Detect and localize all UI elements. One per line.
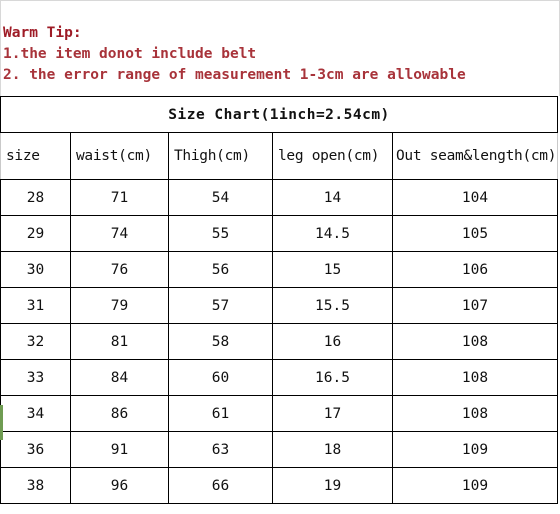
table-row: 30 76 56 15 106: [0, 251, 559, 288]
cell-leg-open: 16.5: [272, 359, 393, 396]
table-row: 28 71 54 14 104: [0, 179, 559, 216]
cell-size: 36: [0, 431, 71, 468]
cell-waist: 81: [70, 323, 169, 360]
cell-thigh: 60: [168, 359, 273, 396]
warm-tip-line-2: 2. the error range of measurement 1-3cm …: [3, 67, 466, 83]
cell-size: 33: [0, 359, 71, 396]
cell-leg-open: 14.5: [272, 215, 393, 252]
cell-leg-open: 18: [272, 431, 393, 468]
cell-thigh: 56: [168, 251, 273, 288]
table-row: 32 81 58 16 108: [0, 323, 559, 360]
cell-size: 29: [0, 215, 71, 252]
cell-waist: 86: [70, 395, 169, 432]
cell-size: 34: [0, 395, 71, 432]
warm-tip-panel: Warm Tip: 1.the item donot include belt …: [0, 0, 560, 96]
cell-thigh: 58: [168, 323, 273, 360]
column-header-leg-open: leg open(cm): [272, 132, 393, 180]
cell-waist: 96: [70, 467, 169, 504]
size-chart-container: Size Chart(1inch=2.54cm) size waist(cm) …: [0, 96, 560, 504]
cell-leg-open: 17: [272, 395, 393, 432]
table-row: 31 79 57 15.5 107: [0, 287, 559, 324]
cell-out-seam: 108: [391, 395, 559, 432]
table-header-row: size waist(cm) Thigh(cm) leg open(cm) Ou…: [0, 132, 559, 180]
cell-size: 28: [0, 179, 71, 216]
size-chart-title: Size Chart(1inch=2.54cm): [0, 96, 559, 133]
size-chart-table: Size Chart(1inch=2.54cm) size waist(cm) …: [0, 96, 559, 504]
table-row: 36 91 63 18 109: [0, 431, 559, 468]
cell-waist: 71: [70, 179, 169, 216]
cell-thigh: 61: [168, 395, 273, 432]
cell-thigh: 66: [168, 467, 273, 504]
table-row-highlighted: 34 86 61 17 108: [0, 395, 559, 432]
selected-row-marker: [0, 405, 3, 440]
cell-out-seam: 105: [391, 215, 559, 252]
cell-leg-open: 14: [272, 179, 393, 216]
cell-thigh: 55: [168, 215, 273, 252]
cell-thigh: 57: [168, 287, 273, 324]
table-row: 38 96 66 19 109: [0, 467, 559, 504]
cell-waist: 91: [70, 431, 169, 468]
cell-waist: 74: [70, 215, 169, 252]
cell-out-seam: 107: [391, 287, 559, 324]
warm-tip-title: Warm Tip:: [3, 25, 82, 41]
cell-out-seam: 108: [391, 323, 559, 360]
cell-out-seam: 108: [391, 359, 559, 396]
cell-waist: 84: [70, 359, 169, 396]
column-header-thigh: Thigh(cm): [168, 132, 273, 180]
cell-waist: 76: [70, 251, 169, 288]
column-header-waist: waist(cm): [70, 132, 169, 180]
warm-tip-line-1: 1.the item donot include belt: [3, 46, 257, 62]
cell-waist: 79: [70, 287, 169, 324]
table-row: 29 74 55 14.5 105: [0, 215, 559, 252]
cell-out-seam: 106: [391, 251, 559, 288]
cell-size: 32: [0, 323, 71, 360]
cell-out-seam: 104: [391, 179, 559, 216]
cell-out-seam: 109: [391, 467, 559, 504]
cell-leg-open: 15.5: [272, 287, 393, 324]
cell-leg-open: 19: [272, 467, 393, 504]
cell-size: 38: [0, 467, 71, 504]
column-header-out-seam-length: Out seam&length(cm): [391, 132, 559, 180]
table-row: 33 84 60 16.5 108: [0, 359, 559, 396]
cell-leg-open: 15: [272, 251, 393, 288]
cell-size: 30: [0, 251, 71, 288]
cell-leg-open: 16: [272, 323, 393, 360]
table-title-row: Size Chart(1inch=2.54cm): [0, 96, 559, 133]
cell-thigh: 63: [168, 431, 273, 468]
column-header-size: size: [0, 132, 71, 180]
cell-thigh: 54: [168, 179, 273, 216]
cell-out-seam: 109: [391, 431, 559, 468]
cell-size: 31: [0, 287, 71, 324]
